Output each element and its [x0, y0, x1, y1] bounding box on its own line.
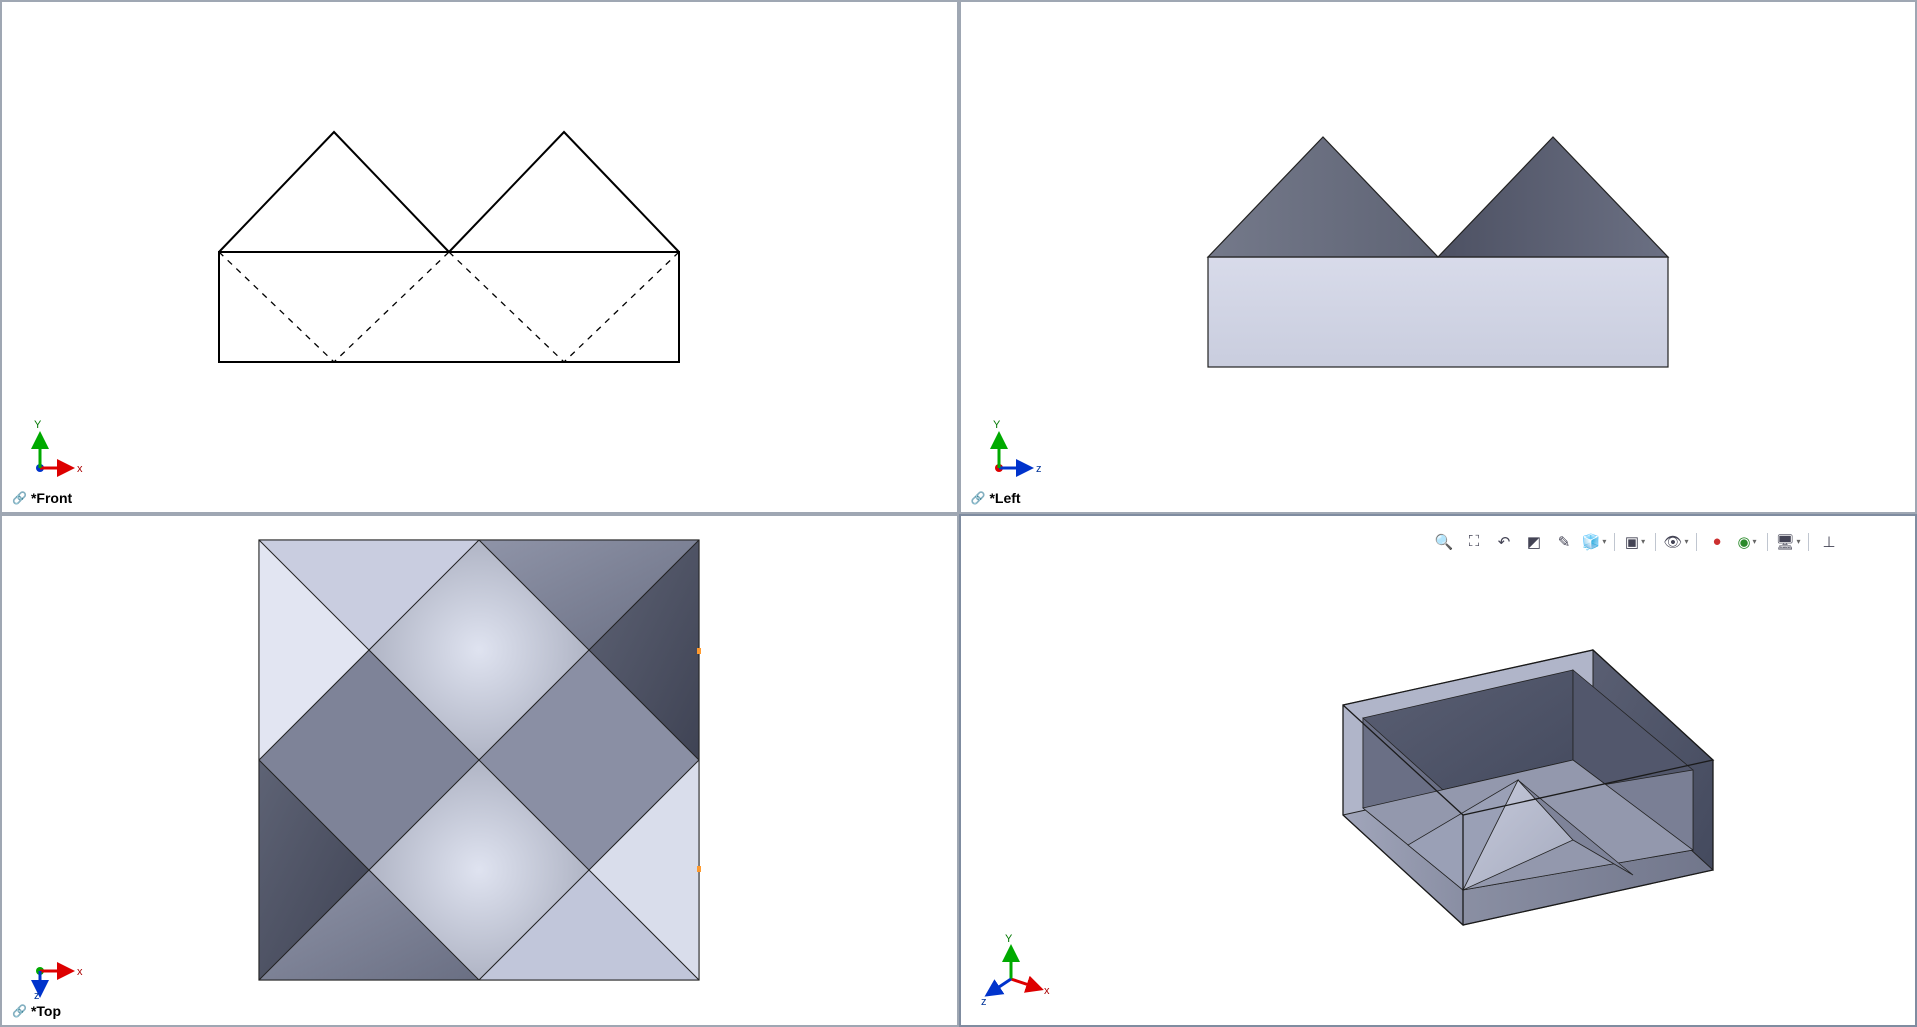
axis-triad-top: x z: [22, 929, 92, 999]
top-canvas[interactable]: [2, 516, 957, 1026]
link-icon: 🔗: [12, 491, 27, 505]
svg-text:Y: Y: [1005, 933, 1013, 945]
viewport-grid: x Y 🔗 *Front: [0, 0, 1917, 1027]
iso-drawing: [1078, 535, 1798, 1005]
link-icon: 🔗: [971, 491, 986, 505]
viewport-label-front: 🔗 *Front: [12, 490, 72, 506]
svg-text:x: x: [77, 966, 83, 978]
viewport-front[interactable]: x Y 🔗 *Front: [0, 0, 959, 514]
front-canvas[interactable]: [2, 2, 957, 512]
axis-triad-left: z Y: [981, 416, 1051, 486]
left-drawing: [1088, 72, 1788, 442]
axis-triad-iso: x Y z: [981, 929, 1051, 999]
svg-text:Y: Y: [34, 419, 42, 431]
top-drawing: [159, 525, 799, 1015]
left-canvas[interactable]: [961, 2, 1916, 512]
front-drawing: [129, 72, 829, 442]
svg-text:z: z: [1036, 463, 1042, 475]
viewport-label-left: 🔗 *Left: [971, 490, 1021, 506]
viewport-label-top: 🔗 *Top: [12, 1003, 61, 1019]
svg-text:x: x: [77, 463, 83, 475]
svg-text:z: z: [34, 990, 40, 999]
svg-text:z: z: [981, 996, 987, 1008]
svg-text:Y: Y: [993, 419, 1001, 431]
viewport-left[interactable]: z Y 🔗 *Left: [959, 0, 1917, 514]
link-icon: 🔗: [12, 1004, 27, 1018]
svg-text:x: x: [1044, 985, 1050, 997]
viewport-top[interactable]: x z 🔗 *Top: [0, 514, 959, 1027]
viewport-isometric[interactable]: 🔍 ⛶ ↶ ◩ ✎ 🧊▾ ▣▾ 👁▾ ● ◉▾ 🖥▾ ⊥: [959, 514, 1917, 1027]
iso-canvas[interactable]: [961, 516, 1916, 1026]
axis-triad-front: x Y: [22, 416, 92, 486]
